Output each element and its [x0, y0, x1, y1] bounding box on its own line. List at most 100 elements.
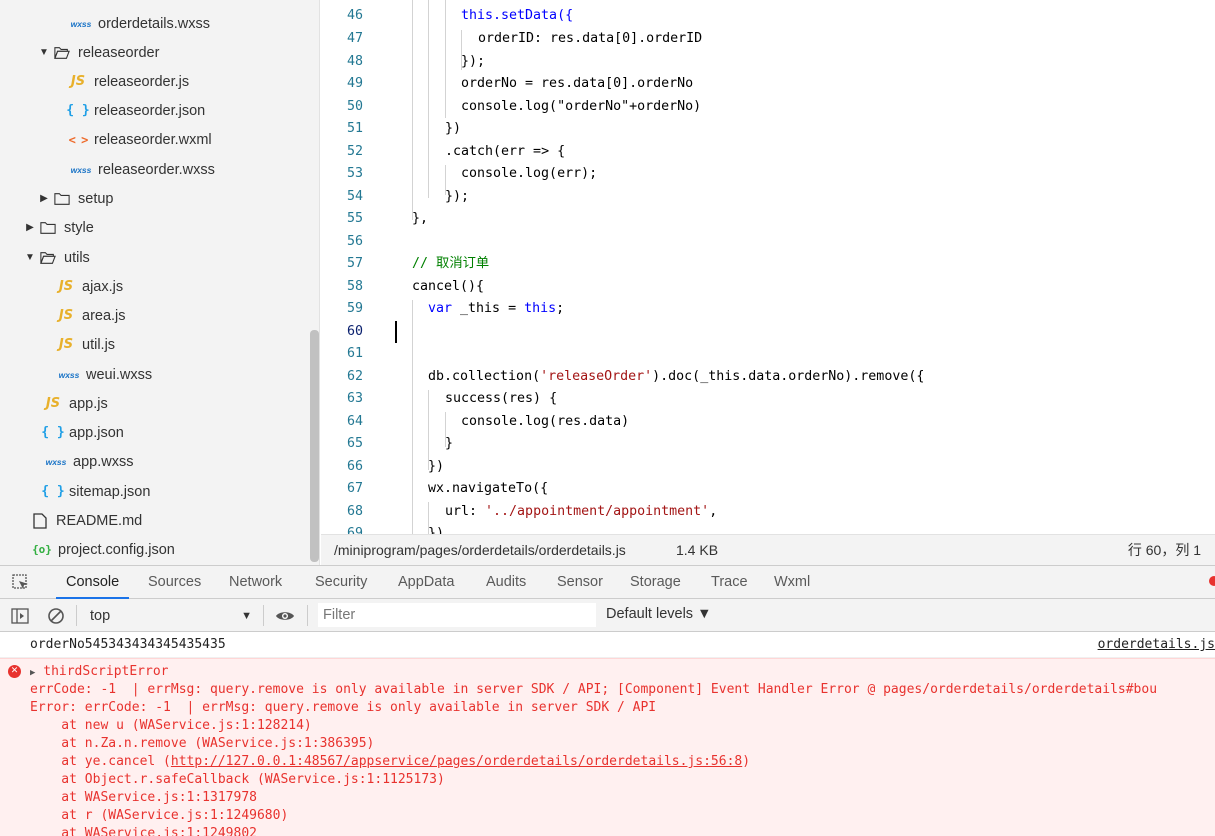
- tree-item-label: project.config.json: [58, 541, 175, 558]
- expand-triangle-icon[interactable]: ▶: [30, 668, 35, 678]
- tree-item-orderdetails-wxss[interactable]: wxss orderdetails.wxss: [70, 9, 210, 38]
- tab-security[interactable]: Security: [315, 566, 367, 599]
- log-levels-dropdown[interactable]: Default levels ▼: [606, 606, 711, 622]
- line-number: 54: [346, 189, 363, 204]
- code-line[interactable]: 48});: [321, 51, 1215, 74]
- tab-sensor[interactable]: Sensor: [557, 566, 603, 599]
- tab-storage[interactable]: Storage: [630, 566, 681, 599]
- code-line[interactable]: 51}): [321, 118, 1215, 141]
- clear-console-icon[interactable]: [47, 607, 65, 625]
- tab-sources[interactable]: Sources: [148, 566, 201, 599]
- code-line[interactable]: 57 // 取消订单: [321, 253, 1215, 276]
- tree-item-label: app.json: [69, 424, 124, 441]
- tab-appdata[interactable]: AppData: [398, 566, 454, 599]
- tree-item-app-wxss[interactable]: wxss app.wxss: [45, 447, 134, 476]
- code-line[interactable]: 54});: [321, 186, 1215, 209]
- tree-item-setup[interactable]: ▶ setup: [38, 184, 113, 213]
- line-number: 65: [346, 436, 363, 451]
- code-line[interactable]: 62 db.collection('releaseOrder').doc(_thi…: [321, 366, 1215, 389]
- code-line[interactable]: 61: [321, 343, 1215, 366]
- cursor-position[interactable]: 行 60，列 1: [1128, 540, 1201, 560]
- code-line[interactable]: 67 wx.navigateTo({: [321, 478, 1215, 501]
- tree-item-app-json[interactable]: { } app.json: [41, 418, 124, 447]
- tree-item-area-js[interactable]: JS area.js: [58, 301, 126, 330]
- tree-item-project-config-json[interactable]: {o} project.config.json: [32, 535, 175, 564]
- code-line[interactable]: 46 this.setData({: [321, 5, 1215, 28]
- tree-item-app-js[interactable]: JS app.js: [45, 389, 108, 418]
- wxss-file-icon: wxss: [58, 369, 80, 380]
- line-number: 61: [346, 346, 363, 361]
- file-path: /miniprogram/pages/orderdetails/orderdet…: [334, 542, 626, 558]
- code-comment: // 取消订单: [412, 256, 490, 271]
- error-title-text: thirdScriptError: [43, 664, 169, 679]
- tree-item-label: releaseorder.wxml: [94, 131, 212, 148]
- tree-item-releaseorder-json[interactable]: { } releaseorder.json: [66, 96, 206, 125]
- file-tree: wxss orderdetails.wxss ▼ releaseorder JS…: [0, 0, 320, 565]
- code-text: orderID: res.data[0].orderID: [478, 31, 703, 46]
- error-indicator-icon[interactable]: [1209, 576, 1215, 586]
- tree-item-utils[interactable]: ▼ utils: [24, 243, 90, 272]
- code-text: }): [428, 459, 445, 474]
- tree-item-label: releaseorder.js: [94, 73, 190, 90]
- chevron-down-icon[interactable]: ▼: [38, 47, 50, 58]
- stack-frame: at ye.cancel (http://127.0.0.1:48567/app…: [30, 753, 750, 771]
- error-icon: ✕: [8, 665, 21, 678]
- context-selector[interactable]: top ▼: [82, 603, 258, 628]
- tab-trace[interactable]: Trace: [711, 566, 748, 599]
- tree-item-releaseorder-wxml[interactable]: < > releaseorder.wxml: [69, 125, 212, 154]
- js-file-icon: JS: [58, 308, 74, 323]
- chevron-right-icon[interactable]: ▶: [24, 222, 36, 233]
- tab-wxml[interactable]: Wxml: [774, 566, 810, 599]
- log-source-link[interactable]: orderdetails.js: [1098, 632, 1215, 658]
- tree-item-readme-md[interactable]: README.md: [32, 506, 142, 535]
- tab-console[interactable]: Console: [56, 566, 130, 599]
- tree-scrollbar[interactable]: [310, 330, 319, 562]
- code-editor[interactable]: 46 this.setData({ 47 orderID: res.data[0].…: [321, 0, 1215, 534]
- tree-item-ajax-js[interactable]: JS ajax.js: [58, 272, 123, 301]
- tree-item-weui-wxss[interactable]: wxss weui.wxss: [58, 360, 152, 389]
- tree-item-util-js[interactable]: JS util.js: [58, 330, 115, 359]
- eye-icon[interactable]: [275, 607, 294, 625]
- code-line[interactable]: 52 .catch(err => {: [321, 141, 1215, 164]
- toggle-sidebar-icon[interactable]: [11, 607, 29, 625]
- tab-network[interactable]: Network: [229, 566, 282, 599]
- code-line[interactable]: 58 cancel(){: [321, 276, 1215, 299]
- devtools-tab-bar: Console Sources Network Security AppData…: [0, 565, 1215, 599]
- line-number: 60: [346, 324, 363, 339]
- code-line[interactable]: 47 orderID: res.data[0].orderID: [321, 28, 1215, 51]
- chevron-down-icon[interactable]: ▼: [24, 252, 36, 263]
- code-line[interactable]: 63 success(res) {: [321, 388, 1215, 411]
- code-line[interactable]: 55},: [321, 208, 1215, 231]
- filter-input[interactable]: [318, 603, 596, 627]
- line-number: 67: [346, 481, 363, 496]
- code-line[interactable]: 53 console.log(err);: [321, 163, 1215, 186]
- tree-item-style[interactable]: ▶ style: [24, 213, 94, 242]
- inspect-element-icon[interactable]: [12, 574, 30, 592]
- tree-item-releaseorder-js[interactable]: JS releaseorder.js: [70, 67, 189, 96]
- code-line[interactable]: 60: [321, 321, 1215, 344]
- tree-item-releaseorder[interactable]: ▼ releaseorder: [38, 38, 159, 67]
- line-number: 62: [346, 369, 363, 384]
- code-line[interactable]: 68 url: '../appointment/appointment',: [321, 501, 1215, 524]
- stack-frame-link[interactable]: http://127.0.0.1:48567/appservice/pages/…: [171, 754, 742, 769]
- tree-item-releaseorder-wxss[interactable]: wxss releaseorder.wxss: [70, 155, 215, 184]
- tree-item-sitemap-json[interactable]: { } sitemap.json: [41, 477, 150, 506]
- tab-audits[interactable]: Audits: [486, 566, 526, 599]
- code-line[interactable]: 64 console.log(res.data): [321, 411, 1215, 434]
- code-line[interactable]: 49 orderNo = res.data[0].orderNo: [321, 73, 1215, 96]
- code-text: .catch(err => {: [445, 144, 566, 159]
- code-line[interactable]: 50 console.log("orderNo"+orderNo): [321, 96, 1215, 119]
- code-text: cancel(){: [412, 279, 485, 294]
- code-text: db.collection('releaseOrder').doc(_this.…: [428, 369, 925, 384]
- error-line: errCode: -1 | errMsg: query.remove is on…: [30, 682, 1158, 697]
- code-line[interactable]: 65}: [321, 433, 1215, 456]
- chevron-right-icon[interactable]: ▶: [38, 193, 50, 204]
- code-line[interactable]: 69}): [321, 523, 1215, 534]
- tree-item-label: orderdetails.wxss: [98, 15, 211, 32]
- tree-item-label: releaseorder.json: [94, 102, 206, 119]
- error-title[interactable]: ▶ thirdScriptError: [30, 663, 168, 681]
- code-line[interactable]: 66}): [321, 456, 1215, 479]
- code-line[interactable]: 56: [321, 231, 1215, 254]
- code-line[interactable]: 59 var _this = this;: [321, 298, 1215, 321]
- stack-frame: at Object.r.safeCallback (WAService.js:1…: [30, 772, 445, 787]
